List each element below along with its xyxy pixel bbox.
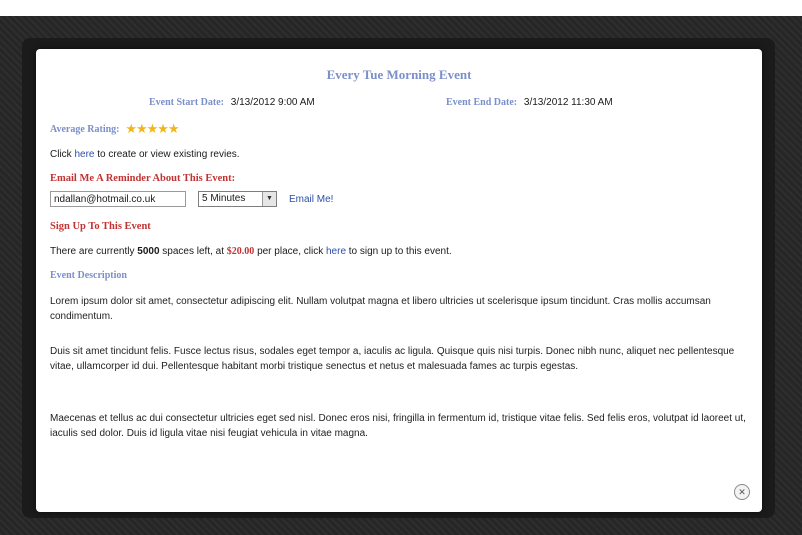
average-rating: Average Rating: ★★★★★ (50, 121, 180, 137)
signup-text-2: spaces left, at (162, 246, 224, 257)
signup-link[interactable]: here (326, 246, 346, 257)
signup-text-4: to sign up to this event. (348, 246, 452, 257)
description-heading: Event Description (50, 270, 127, 281)
signup-line: There are currently 5000 spaces left, at… (50, 246, 452, 257)
review-suffix: to create or view existing revies. (97, 149, 240, 160)
page-background-top (0, 0, 802, 16)
description-paragraph-2: Duis sit amet tincidunt felis. Fusce lec… (50, 346, 735, 372)
end-date-value: 3/13/2012 11:30 AM (523, 97, 613, 108)
reminder-time-selected: 5 Minutes (202, 193, 246, 204)
event-title: Every Tue Morning Event (326, 67, 472, 82)
reminder-time-select[interactable]: 5 Minutes ▼ (198, 191, 277, 207)
email-me-button[interactable]: Email Me! (289, 194, 333, 205)
chevron-down-icon[interactable]: ▼ (262, 192, 276, 206)
review-link[interactable]: here (74, 149, 94, 160)
event-end-date: Event End Date: 3/13/2012 11:30 AM (446, 97, 613, 108)
signup-price: $20.00 (226, 246, 255, 257)
rating-stars-icon: ★★★★★ (125, 121, 179, 136)
close-icon[interactable]: ✕ (734, 484, 750, 500)
signup-text-1: There are currently (50, 246, 135, 257)
event-modal: Every Tue Morning Event Event Start Date… (36, 49, 762, 512)
rating-label: Average Rating: (50, 124, 120, 135)
start-date-value: 3/13/2012 9:00 AM (230, 97, 315, 108)
description-paragraph-3: Maecenas et tellus ac dui consectetur ul… (50, 413, 746, 439)
reminder-heading: Email Me A Reminder About This Event: (50, 173, 236, 184)
review-prefix: Click (50, 149, 72, 160)
review-line: Click here to create or view existing re… (50, 149, 240, 160)
end-date-label: Event End Date: (446, 97, 518, 108)
description-paragraph-1: Lorem ipsum dolor sit amet, consectetur … (50, 296, 711, 322)
signup-spaces: 5000 (137, 246, 160, 257)
signup-heading: Sign Up To This Event (50, 221, 151, 232)
event-start-date: Event Start Date: 3/13/2012 9:00 AM (149, 97, 315, 108)
start-date-label: Event Start Date: (149, 97, 224, 108)
signup-text-3: per place, click (257, 246, 324, 257)
reminder-email-field[interactable]: ndallan@hotmail.co.uk (50, 191, 186, 207)
